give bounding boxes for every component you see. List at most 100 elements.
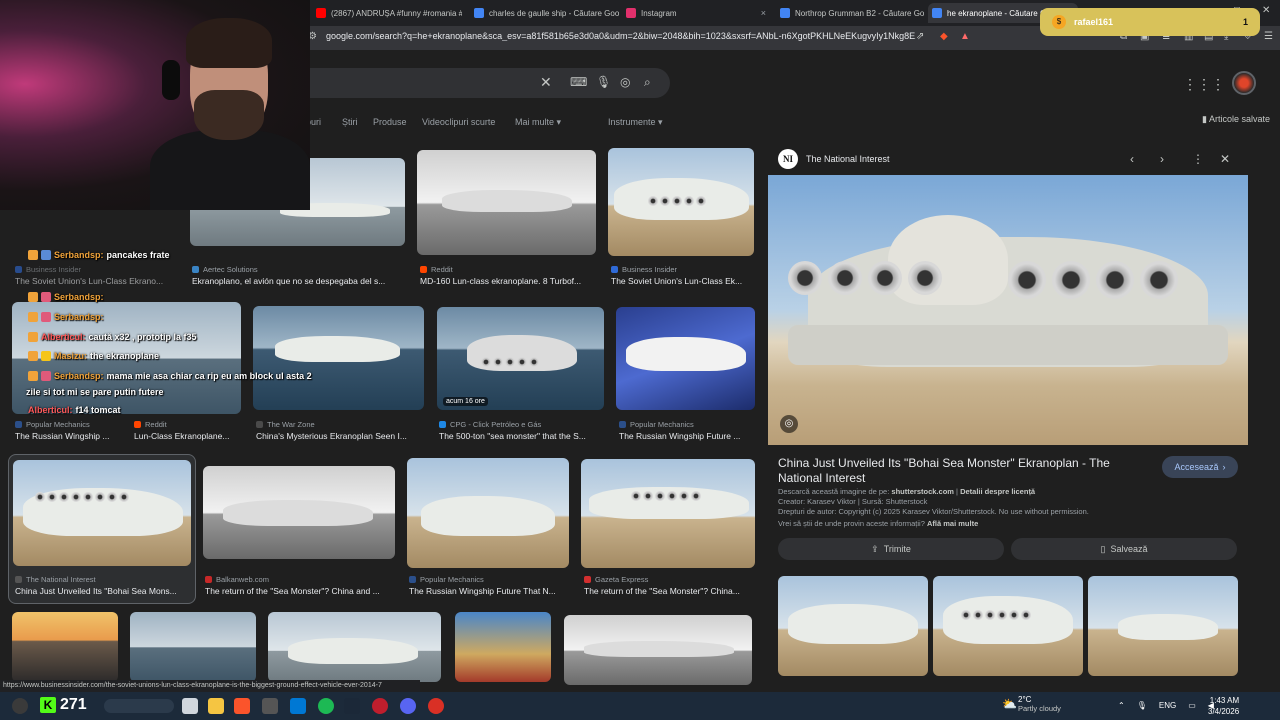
file-explorer-icon[interactable] bbox=[208, 698, 224, 714]
chat-message: Serbandsp: pancakes frate bbox=[28, 250, 170, 260]
preview-image[interactable] bbox=[768, 175, 1248, 445]
save-button[interactable]: ▯ Salvează bbox=[1011, 538, 1237, 560]
image-thumbnail[interactable] bbox=[407, 458, 569, 568]
clock[interactable]: 1:43 AM 3/4/2026 bbox=[1208, 695, 1239, 717]
lens-icon[interactable]: ◎ bbox=[620, 75, 630, 89]
image-thumbnail[interactable] bbox=[616, 307, 755, 410]
image-thumbnail[interactable] bbox=[455, 612, 551, 682]
result-caption[interactable]: MD-160 Lun-class ekranoplane. 8 Turbof..… bbox=[420, 276, 600, 286]
result-caption[interactable]: The 500-ton "sea monster" that the S... bbox=[439, 431, 605, 441]
image-thumbnail[interactable] bbox=[13, 460, 191, 566]
rewards-icon[interactable]: ▲ bbox=[960, 31, 970, 42]
tab-mai-multe[interactable]: Mai multe ▾ bbox=[515, 117, 561, 128]
microphone-icon[interactable]: 🎙 bbox=[1137, 701, 1147, 710]
menu-icon[interactable]: ☰ bbox=[1264, 31, 1273, 42]
microphone-icon[interactable]: 🎙 bbox=[596, 75, 611, 89]
result-source: Gazeta Express bbox=[584, 575, 758, 584]
share-button[interactable]: ⇪ Trimite bbox=[778, 538, 1004, 560]
tab-charles-de-gaulle[interactable]: charles de gaulle ship - Căutare Goo× bbox=[470, 3, 620, 23]
result-caption[interactable]: China's Mysterious Ekranoplan Seen I... bbox=[256, 431, 424, 441]
result-caption[interactable]: The Russian Wingship ... bbox=[15, 431, 130, 441]
image-thumbnail[interactable] bbox=[417, 150, 596, 255]
tab-instagram[interactable]: Instagram × bbox=[622, 3, 772, 23]
image-thumbnail[interactable] bbox=[203, 466, 395, 559]
panel-site-name[interactable]: The National Interest bbox=[806, 154, 890, 164]
store-icon[interactable] bbox=[290, 698, 306, 714]
task-view-icon[interactable] bbox=[182, 698, 198, 714]
tab-youtube[interactable]: (2867) ANDRUȘA #funny #romania #× bbox=[312, 3, 462, 23]
saved-items-link[interactable]: ▮ Articole salvate bbox=[1202, 114, 1270, 125]
image-thumbnail[interactable] bbox=[12, 612, 118, 682]
search-input[interactable]: ✕ ⌨ 🎙 ◎ ⌕ bbox=[300, 68, 670, 98]
result-caption[interactable]: China Just Unveiled Its "Bohai Sea Mons.… bbox=[15, 586, 191, 596]
next-icon[interactable]: › bbox=[1160, 152, 1164, 166]
chat-message: Serbandsp: bbox=[28, 292, 107, 302]
google-icon bbox=[932, 8, 942, 18]
learn-more-link[interactable]: Află mai multe bbox=[927, 519, 978, 528]
start-icon[interactable] bbox=[12, 698, 28, 714]
tab-videoclipuri[interactable]: Videoclipuri scurte bbox=[422, 117, 495, 127]
url-field[interactable]: google.com/search?q=he+ekranoplane&sca_e… bbox=[326, 31, 916, 41]
instagram-icon bbox=[626, 8, 636, 18]
result-source: Popular Mechanics bbox=[409, 575, 573, 584]
google-icon bbox=[474, 8, 484, 18]
app-icon[interactable] bbox=[262, 698, 278, 714]
license-details-link[interactable]: Detalii despre licență bbox=[960, 487, 1035, 496]
brave-icon[interactable] bbox=[234, 698, 250, 714]
share-icon[interactable]: ⇗ bbox=[916, 31, 924, 42]
related-image[interactable] bbox=[933, 576, 1083, 676]
related-image[interactable] bbox=[1088, 576, 1238, 676]
image-thumbnail[interactable] bbox=[564, 615, 752, 685]
more-options-icon[interactable]: ⋮ bbox=[1192, 152, 1204, 166]
result-source: Business Insider bbox=[611, 265, 757, 274]
discord-icon[interactable] bbox=[400, 698, 416, 714]
result-caption[interactable]: The return of the "Sea Monster"? China..… bbox=[584, 586, 756, 596]
learn-more-line: Vrei să știi de unde provin aceste infor… bbox=[778, 519, 979, 528]
search-icon[interactable]: ⌕ bbox=[644, 75, 651, 90]
close-icon[interactable]: ✕ bbox=[1220, 152, 1230, 166]
tools-button[interactable]: Instrumente ▾ bbox=[608, 117, 663, 128]
previous-icon[interactable]: ‹ bbox=[1130, 152, 1134, 166]
image-thumbnail[interactable]: acum 16 ore bbox=[437, 307, 604, 410]
tab-produse[interactable]: Produse bbox=[373, 117, 407, 127]
result-source: Popular Mechanics bbox=[619, 420, 757, 429]
image-thumbnail[interactable] bbox=[608, 148, 754, 256]
network-icon[interactable]: ▭ bbox=[1188, 701, 1196, 710]
result-caption[interactable]: The Russian Wingship Future That N... bbox=[409, 586, 573, 596]
status-url: https://www.businessinsider.com/the-sovi… bbox=[0, 680, 420, 692]
result-caption[interactable]: The Russian Wingship Future ... bbox=[619, 431, 757, 441]
result-caption[interactable]: The Soviet Union's Lun-Class Ekrano... bbox=[15, 276, 185, 286]
lens-search-icon[interactable]: ◎ bbox=[780, 415, 798, 433]
obs-icon[interactable] bbox=[428, 698, 444, 714]
apps-grid-icon[interactable]: ⋮⋮⋮ bbox=[1183, 76, 1225, 93]
related-image[interactable] bbox=[778, 576, 928, 676]
panel-title[interactable]: China Just Unveiled Its "Bohai Sea Monst… bbox=[778, 456, 1148, 486]
keyboard-icon[interactable]: ⌨ bbox=[570, 75, 587, 89]
spotify-icon[interactable] bbox=[318, 698, 334, 714]
app-icon[interactable] bbox=[372, 698, 388, 714]
weather-widget[interactable]: ⛅ 2°C Partly cloudy bbox=[1002, 695, 1061, 713]
image-thumbnail[interactable] bbox=[268, 612, 441, 682]
close-window-icon[interactable]: ✕ bbox=[1262, 5, 1270, 16]
tab-northrop[interactable]: Northrop Grumman B2 - Căutare Go× bbox=[776, 3, 926, 23]
close-tab-icon[interactable]: × bbox=[761, 8, 772, 18]
result-caption[interactable]: The return of the "Sea Monster"? China a… bbox=[205, 586, 400, 596]
avatar[interactable] bbox=[1232, 71, 1256, 95]
image-thumbnail[interactable] bbox=[581, 459, 755, 568]
brave-shield-icon[interactable]: ◆ bbox=[940, 31, 948, 42]
clear-icon[interactable]: ✕ bbox=[540, 74, 552, 91]
tab-stiri[interactable]: Știri bbox=[342, 117, 358, 127]
result-caption[interactable]: The Soviet Union's Lun-Class Ek... bbox=[611, 276, 757, 286]
kick-icon: K bbox=[40, 697, 56, 713]
result-caption[interactable]: Lun-Class Ekranoplane... bbox=[134, 431, 242, 441]
language-indicator[interactable]: ENG bbox=[1159, 701, 1176, 710]
chevron-up-icon[interactable]: ⌃ bbox=[1118, 701, 1125, 710]
search-bar[interactable] bbox=[104, 699, 174, 713]
share-icon: ⇪ bbox=[871, 543, 879, 554]
image-thumbnail[interactable] bbox=[130, 612, 256, 682]
result-source: The National Interest bbox=[15, 575, 193, 584]
steam-icon[interactable] bbox=[344, 698, 360, 714]
visit-button[interactable]: Accesează › bbox=[1162, 456, 1238, 478]
license-source-link[interactable]: shutterstock.com bbox=[891, 487, 954, 496]
chevron-right-icon: › bbox=[1222, 462, 1226, 472]
